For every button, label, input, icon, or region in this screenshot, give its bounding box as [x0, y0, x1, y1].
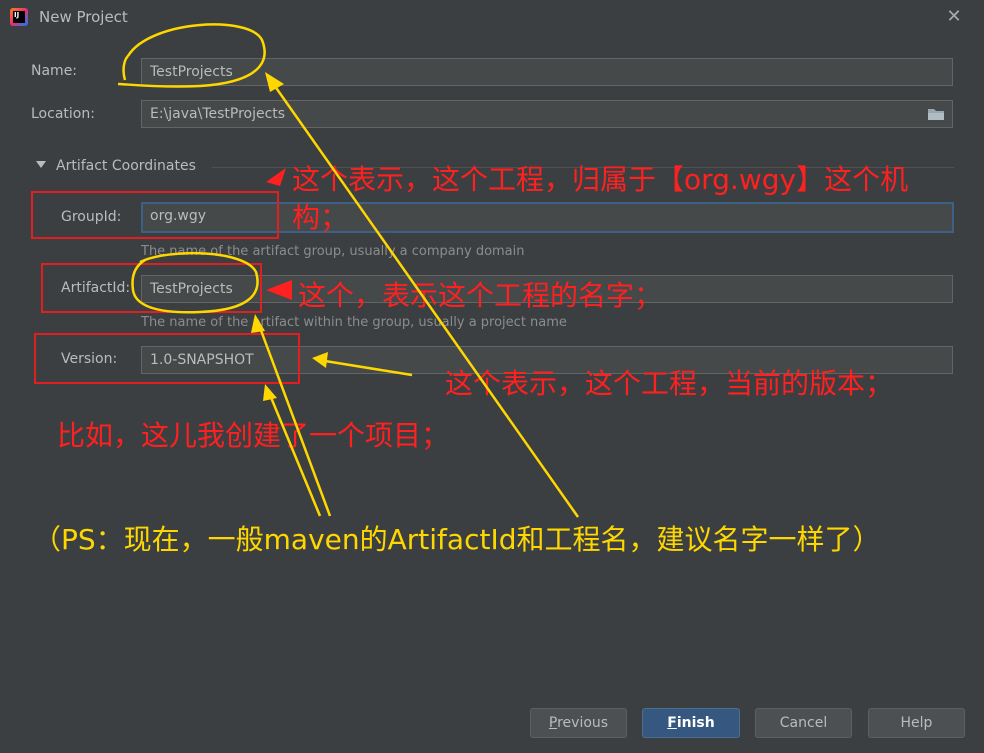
example-annotation: 比如，这儿我创建了一个项目； — [57, 419, 450, 452]
previous-mnemonic: P — [548, 715, 558, 731]
name-field[interactable]: TestProjects — [141, 58, 953, 86]
ps-annotation: （PS：现在，一般maven的ArtifactId和工程名，建议名字一样了） — [33, 523, 881, 556]
section-label: Artifact Coordinates — [56, 158, 196, 174]
artifact-coordinates-toggle[interactable]: Artifact Coordinates — [36, 158, 196, 174]
help-button[interactable]: Help — [868, 708, 965, 738]
groupid-red-arrowhead — [266, 168, 286, 186]
previous-label: revious — [557, 715, 609, 731]
chevron-down-icon — [36, 161, 46, 168]
location-label: Location: — [31, 106, 95, 122]
name-label: Name: — [31, 63, 78, 79]
intellij-app-icon: IJ — [10, 8, 28, 26]
location-value: E:\java\TestProjects — [150, 106, 286, 122]
groupid-annotation-line2: 构； — [292, 201, 349, 234]
groupid-annotation-line1: 这个表示，这个工程，归属于【org.wgy】这个机 — [292, 163, 909, 196]
close-icon[interactable]: ✕ — [942, 5, 966, 29]
folder-icon[interactable] — [927, 107, 945, 121]
finish-label: inish — [676, 715, 715, 731]
groupid-hint: The name of the artifact group, usually … — [141, 244, 525, 259]
groupid-highlight-box — [31, 191, 279, 239]
title-bar: IJ New Project ✕ — [0, 0, 984, 34]
previous-button[interactable]: Previous — [530, 708, 627, 738]
version-arrowhead-up — [263, 384, 277, 401]
window-title: New Project — [39, 8, 128, 26]
location-field[interactable]: E:\java\TestProjects — [141, 100, 953, 128]
artifactid-highlight-box — [41, 263, 262, 313]
version-annotation: 这个表示，这个工程，当前的版本； — [445, 367, 894, 400]
version-highlight-box — [34, 333, 300, 384]
finish-button[interactable]: Finish — [642, 708, 740, 738]
artifactid-hint: The name of the artifact within the grou… — [141, 315, 567, 330]
cancel-button[interactable]: Cancel — [755, 708, 852, 738]
finish-mnemonic: F — [667, 715, 677, 731]
artifactid-annotation: 这个，表示这个工程的名字； — [298, 279, 663, 312]
app-icon-text: IJ — [13, 11, 25, 23]
